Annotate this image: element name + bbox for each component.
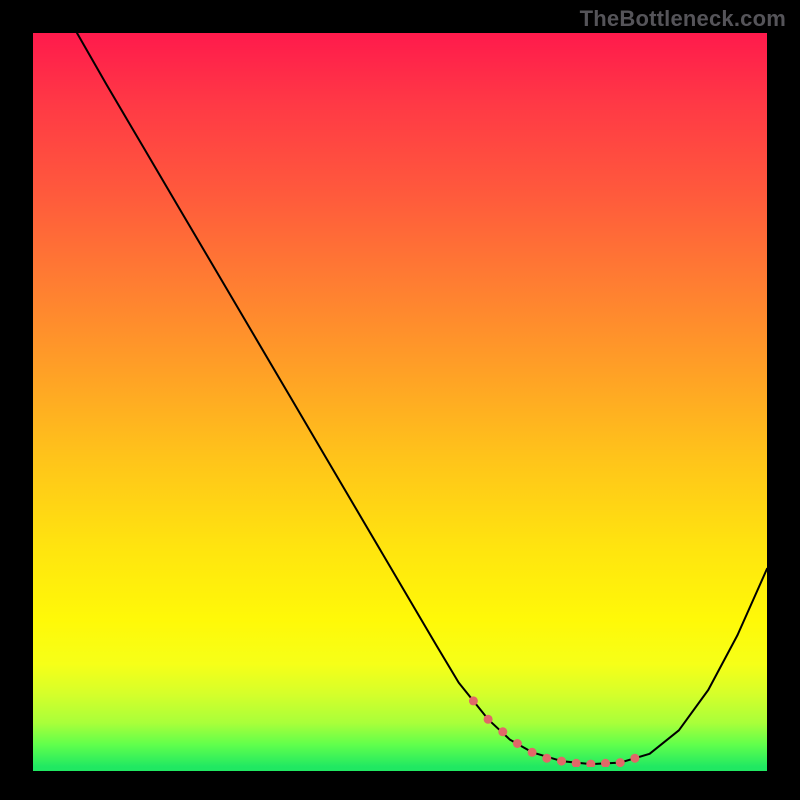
highlight-dot	[469, 696, 478, 705]
plot-area	[33, 33, 767, 767]
highlight-dot	[630, 754, 639, 763]
curve-svg	[33, 33, 767, 767]
highlight-dot	[498, 727, 507, 736]
bottleneck-curve	[77, 33, 767, 764]
highlight-dot	[513, 739, 522, 748]
highlight-dot	[528, 748, 537, 757]
bottom-green-bar	[33, 767, 767, 771]
chart-frame: TheBottleneck.com	[0, 0, 800, 800]
highlight-dots	[469, 696, 640, 767]
highlight-dot	[484, 715, 493, 724]
highlight-dot	[616, 758, 625, 767]
highlight-dot	[542, 754, 551, 763]
highlight-dot	[586, 760, 595, 767]
highlight-dot	[601, 759, 610, 767]
watermark-text: TheBottleneck.com	[580, 6, 786, 32]
highlight-dot	[572, 759, 581, 767]
highlight-dot	[557, 757, 566, 766]
